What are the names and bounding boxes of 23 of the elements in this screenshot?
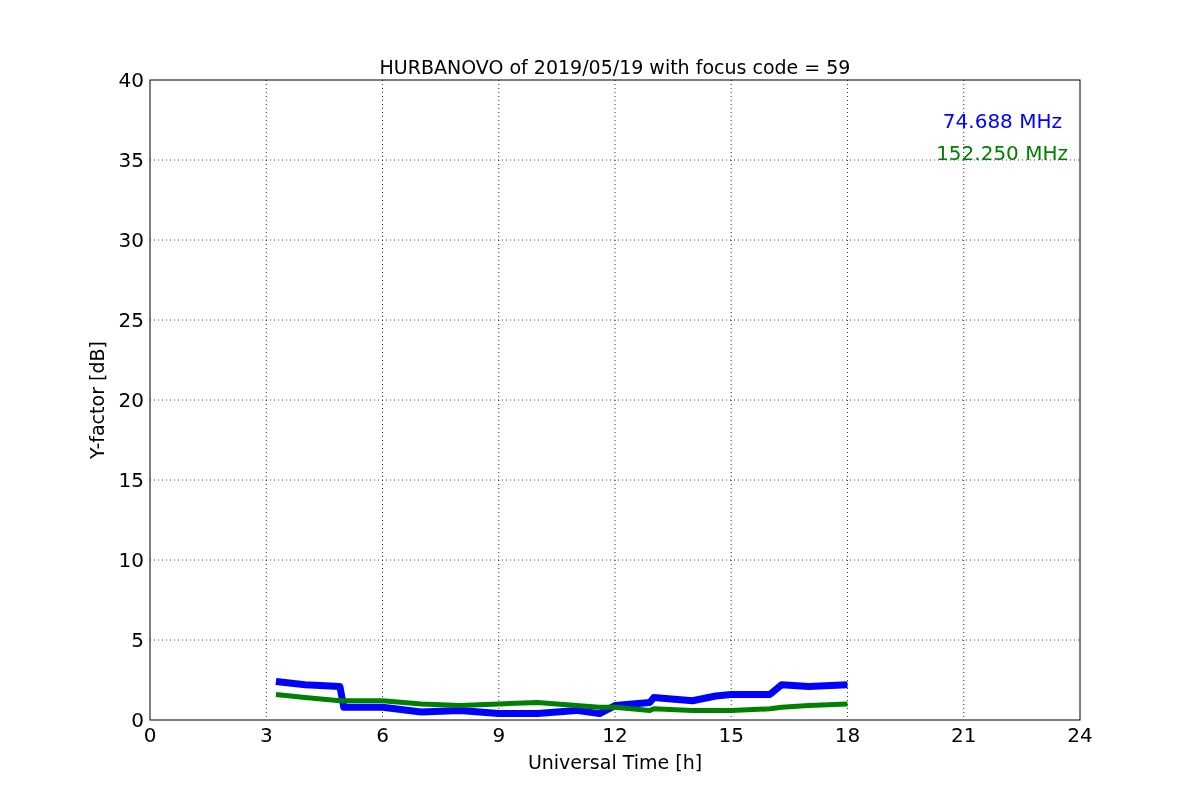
x-tick-label: 12 [602, 723, 628, 747]
y-tick-label: 0 [131, 708, 144, 732]
x-tick-label: 21 [951, 723, 977, 747]
chart-title: HURBANOVO of 2019/05/19 with focus code = 59 [379, 56, 851, 78]
y-tick-label: 20 [118, 388, 144, 412]
y-tick-label: 40 [118, 68, 144, 92]
y-tick-label: 5 [131, 628, 144, 652]
y-axis-label: Y-factor [dB] [86, 341, 108, 459]
x-tick-label: 6 [376, 723, 389, 747]
x-tick-label: 0 [143, 723, 157, 747]
x-tick-label: 15 [718, 723, 744, 747]
x-axis-label: Universal Time [h] [527, 751, 703, 773]
y-tick-label: 30 [118, 228, 144, 252]
y-tick-label: 35 [118, 148, 144, 172]
x-tick-label: 3 [259, 723, 273, 747]
y-tick-label: 10 [118, 548, 144, 572]
y-tick-label: 25 [118, 308, 144, 332]
x-tick-label: 24 [1067, 723, 1093, 747]
x-tick-label: 9 [492, 723, 506, 747]
x-tick-label: 18 [834, 723, 861, 747]
legend-label: 152.250 MHz [936, 141, 1068, 165]
y-tick-label: 15 [118, 468, 144, 492]
legend-label: 74.688 MHz [942, 109, 1062, 133]
